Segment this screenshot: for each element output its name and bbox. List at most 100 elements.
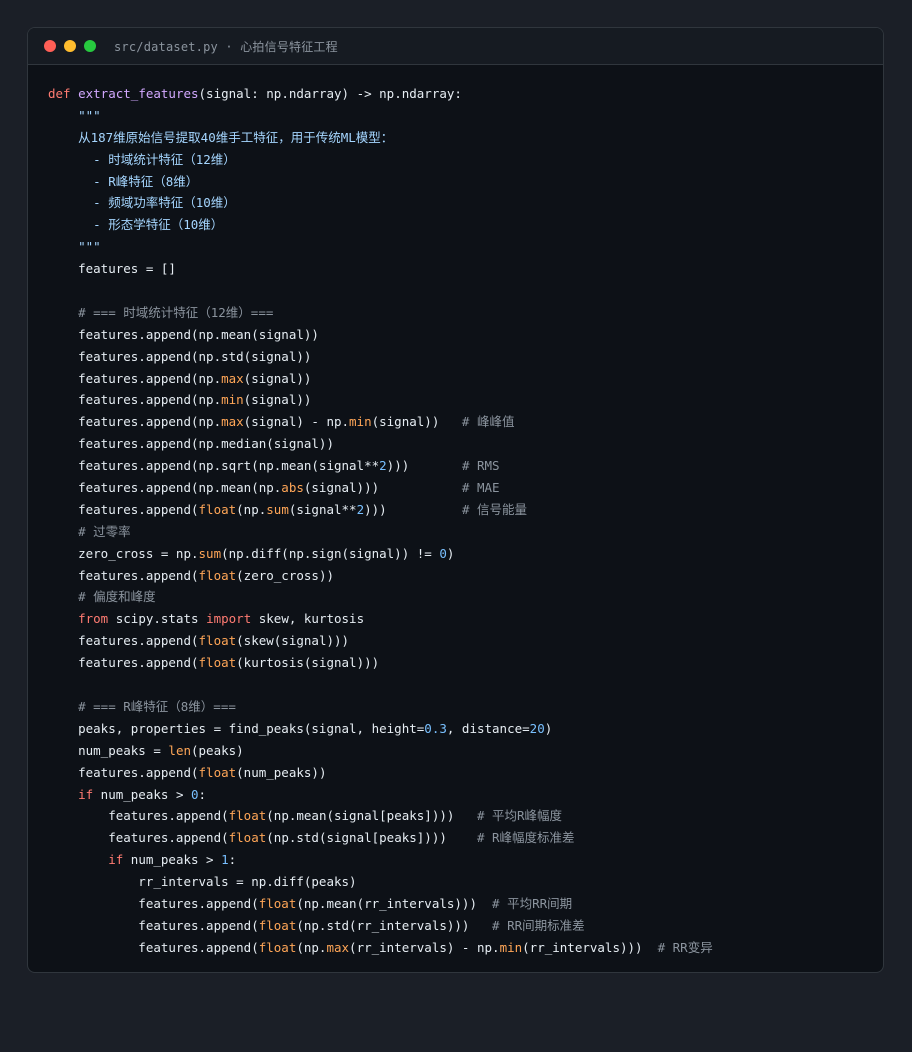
code-token: num_peaks = (48, 742, 169, 758)
code-line: features.append(np.mean(np.abs(signal)))… (48, 477, 713, 499)
code-token: (signal)) (243, 370, 312, 386)
code-token: zero_cross = np. (48, 545, 199, 561)
code-token: (kurtosis(signal))) (236, 655, 380, 671)
code-token: features = [] (48, 261, 176, 277)
code-token: scipy.stats (108, 611, 207, 627)
code-token: """ (48, 107, 101, 123)
code-line: 从187维原始信号提取40维手工特征，用于传统ML模型： (48, 127, 713, 149)
code-line: num_peaks = len(peaks) (48, 740, 713, 762)
code-line: - R峰特征（8维） (48, 171, 713, 193)
code-line: # === R峰特征（8维）=== (48, 696, 713, 718)
code-token: from (48, 611, 109, 627)
code-token: len (168, 742, 191, 758)
code-token: features.append( (48, 501, 199, 517)
code-token: (rr_intervals))) (522, 939, 658, 955)
code-token: 1 (221, 852, 229, 868)
code-token: # RR间期标准差 (492, 917, 585, 933)
code-line: - 形态学特征（10维） (48, 214, 713, 236)
code-token: float (198, 567, 237, 583)
code-token: 0.3 (424, 720, 447, 736)
code-token: num_peaks > (123, 852, 222, 868)
zoom-button[interactable] (84, 40, 96, 52)
code-editor[interactable]: def extract_features(signal: np.ndarray)… (48, 83, 713, 959)
code-token: 2 (356, 501, 365, 517)
code-line: rr_intervals = np.diff(peaks) (48, 871, 713, 893)
code-line: features.append(float(zero_cross)) (48, 565, 713, 587)
code-token: """ (48, 239, 101, 255)
code-token: features.append(np. (48, 392, 222, 408)
code-token: features.append(np.mean(signal)) (48, 326, 319, 342)
code-line: from scipy.stats import skew, kurtosis (48, 608, 713, 630)
code-token: float (258, 895, 297, 911)
code-token: (peaks) (191, 742, 244, 758)
code-token: ) (446, 545, 455, 561)
code-token: rr_intervals = np.diff(peaks) (48, 874, 357, 890)
code-token: (signal: np.ndarray) -> np.ndarray: (198, 86, 462, 101)
code-line: # === 时域统计特征（12维）=== (48, 302, 713, 324)
code-token: 0 (191, 786, 199, 802)
code-line: features.append(float(np.mean(rr_interva… (48, 893, 713, 915)
code-token: import (206, 611, 252, 627)
code-token: features.append(np.median(signal)) (48, 436, 334, 452)
code-token: features.append(np.sqrt(np.mean(signal** (48, 458, 380, 474)
code-line: features.append(float(num_peaks)) (48, 762, 713, 784)
code-token: # RR变异 (657, 939, 713, 955)
window-title: src/dataset.py · 心拍信号特征工程 (114, 39, 338, 54)
code-token: features.append( (48, 808, 229, 824)
code-token: float (198, 633, 237, 649)
code-token: - 形态学特征（10维） (48, 217, 224, 233)
code-line: features.append(np.max(signal)) (48, 368, 713, 390)
code-line: # 偏度和峰度 (48, 586, 713, 608)
code-token: # 过零率 (48, 523, 131, 539)
code-token: # === 时域统计特征（12维）=== (48, 304, 274, 320)
code-token: if (48, 852, 124, 868)
code-token: # 峰峰值 (461, 414, 515, 430)
close-button[interactable] (44, 40, 56, 52)
code-token: (np.mean(signal[peaks]))) (266, 808, 477, 824)
code-line: features.append(float(np.sum(signal**2))… (48, 499, 713, 521)
code-token: : (228, 852, 237, 868)
code-line: if num_peaks > 1: (48, 849, 713, 871)
code-token: features.append(np. (48, 414, 222, 430)
code-line: features = [] (48, 258, 713, 280)
code-token: peaks, properties = find_peaks(signal, h… (48, 720, 425, 736)
code-token: (signal)) (243, 392, 312, 408)
code-token: (skew(signal))) (236, 633, 350, 649)
code-token: , distance= (446, 720, 530, 736)
code-token: : (198, 786, 207, 802)
code-line: features.append(np.min(signal)) (48, 389, 713, 411)
code-line: zero_cross = np.sum(np.diff(np.sign(sign… (48, 543, 713, 565)
code-token: max (221, 414, 244, 430)
code-token: (zero_cross)) (236, 567, 334, 583)
code-line: features.append(float(np.mean(signal[pea… (48, 805, 713, 827)
code-token: features.append(np.std(signal)) (48, 348, 312, 364)
code-line: features.append(float(np.std(rr_interval… (48, 915, 713, 937)
code-token: # MAE (461, 480, 500, 496)
code-token: max (326, 939, 350, 955)
code-token: features.append(np.mean(np. (48, 480, 282, 496)
code-token: features.append( (48, 764, 199, 780)
code-token: ))) (386, 458, 462, 474)
title-bar: src/dataset.py · 心拍信号特征工程 (28, 28, 883, 65)
code-token: def (48, 86, 79, 101)
code-token: features.append( (48, 633, 199, 649)
code-line: - 时域统计特征（12维） (48, 149, 713, 171)
code-line: features.append(float(kurtosis(signal))) (48, 652, 713, 674)
code-line: features.append(np.std(signal)) (48, 346, 713, 368)
code-line: features.append(float(np.std(signal[peak… (48, 827, 713, 849)
code-token: - 频域功率特征（10维） (48, 195, 236, 211)
code-token: 0 (439, 545, 447, 561)
code-line: def extract_features(signal: np.ndarray)… (48, 83, 713, 105)
code-token: (signal))) (303, 480, 462, 496)
code-token: ) (544, 720, 553, 736)
code-line: """ (48, 236, 713, 258)
code-token: float (198, 655, 237, 671)
code-token: (np. (296, 939, 327, 955)
code-token: # 信号能量 (461, 501, 528, 517)
minimize-button[interactable] (64, 40, 76, 52)
code-token: 20 (529, 720, 545, 736)
code-token: sum (266, 501, 289, 517)
code-line: features.append(float(np.max(rr_interval… (48, 937, 713, 959)
code-token: (np.std(signal[peaks]))) (266, 830, 477, 846)
